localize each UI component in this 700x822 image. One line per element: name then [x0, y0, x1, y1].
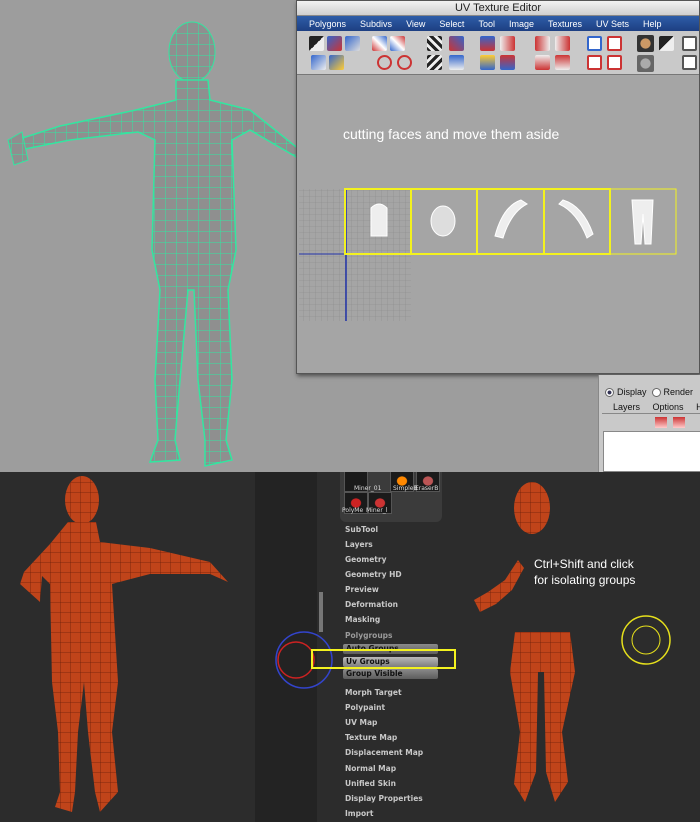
uv-tool-icon[interactable]: [480, 36, 495, 51]
uv-canvas[interactable]: cutting faces and move them aside: [297, 76, 699, 373]
menu-masking[interactable]: Masking: [345, 615, 380, 624]
note-line: Ctrl+Shift and click: [534, 557, 634, 571]
menu-displacement-map[interactable]: Displacement Map: [345, 748, 423, 757]
uv-shell-head[interactable]: [370, 203, 388, 237]
menu-preview[interactable]: Preview: [345, 585, 379, 594]
uv-editor-menubar: Polygons Subdivs View Select Tool Image …: [297, 16, 699, 31]
grid-icon[interactable]: [682, 55, 697, 70]
menu-normal-map[interactable]: Normal Map: [345, 764, 396, 773]
menu-view[interactable]: View: [406, 19, 425, 29]
uv-shell-legs[interactable]: [631, 199, 654, 245]
menu-polygroups[interactable]: Polygroups: [345, 631, 393, 640]
menu-subdivs[interactable]: Subdivs: [360, 19, 392, 29]
uv-tool-icon[interactable]: [500, 55, 515, 70]
uv-tool-icon[interactable]: [390, 36, 405, 51]
arrow-right-icon[interactable]: [555, 36, 570, 51]
note-line: for isolating groups: [534, 573, 636, 587]
uv-tool-icon[interactable]: [372, 36, 387, 51]
uv-tool-icon[interactable]: [311, 55, 326, 70]
uv-tool-icon[interactable]: [345, 36, 360, 51]
wireframe-character-model: [7, 21, 301, 467]
menu-morph-target[interactable]: Morph Target: [345, 688, 402, 697]
menu-help[interactable]: He: [696, 402, 700, 412]
layer-icon[interactable]: [655, 417, 667, 428]
menu-deformation[interactable]: Deformation: [345, 600, 398, 609]
menu-tool[interactable]: Tool: [478, 19, 495, 29]
display-radio[interactable]: [605, 388, 614, 398]
menu-display-properties[interactable]: Display Properties: [345, 794, 423, 803]
zbrush-area: Miner_01 SimpleB EraserB PolyMe Miner_l …: [0, 472, 700, 822]
window-title: UV Texture Editor: [454, 2, 541, 14]
display-label: Display: [617, 387, 647, 397]
rotate-icon[interactable]: [377, 55, 392, 70]
menu-image[interactable]: Image: [509, 19, 534, 29]
group-visible-button[interactable]: Group Visible: [343, 669, 438, 679]
scrollbar[interactable]: [319, 592, 323, 632]
brush-cursor: [621, 615, 671, 665]
layer-list[interactable]: [603, 431, 700, 472]
grid-icon[interactable]: [682, 36, 697, 51]
brush-cursor: [631, 625, 661, 655]
display-render-radios: Display Render: [605, 387, 694, 398]
layer-menu-row: Layers Options He: [613, 402, 700, 412]
menu-texture-map[interactable]: Texture Map: [345, 733, 397, 742]
menu-options[interactable]: Options: [653, 402, 684, 412]
arrow-down-icon[interactable]: [535, 55, 550, 70]
arrow-up-icon[interactable]: [555, 55, 570, 70]
uv-tool-icon[interactable]: [449, 55, 464, 70]
uv-shell-arm[interactable]: [494, 199, 528, 239]
uv-editor-toolbar: [297, 31, 699, 75]
menu-geometry-hd[interactable]: Geometry HD: [345, 570, 402, 579]
uv-layout-svg: [299, 188, 677, 321]
divider: [602, 413, 700, 414]
arrow-left-icon[interactable]: [535, 36, 550, 51]
checker-icon[interactable]: [659, 36, 674, 51]
menu-textures[interactable]: Textures: [548, 19, 582, 29]
maya-viewport-area: UV Texture Editor Polygons Subdivs View …: [0, 0, 700, 472]
uv-tool-icon[interactable]: [309, 36, 324, 51]
grid-icon[interactable]: [587, 55, 602, 70]
menu-uv-map[interactable]: UV Map: [345, 718, 377, 727]
render-radio[interactable]: [651, 388, 661, 398]
uv-tool-icon[interactable]: [449, 36, 464, 51]
menu-polypaint[interactable]: Polypaint: [345, 703, 385, 712]
menu-geometry[interactable]: Geometry: [345, 555, 386, 564]
uv-tool-icon[interactable]: [500, 36, 515, 51]
isolated-polygroups-model: [474, 482, 575, 802]
uv-tool-icon[interactable]: [480, 55, 495, 70]
channel-box-panel: Display Render Layers Options He: [598, 375, 700, 472]
polygroup-character-model: [20, 476, 228, 812]
uv-shell-box-arm-right[interactable]: [543, 188, 611, 255]
menu-polygons[interactable]: Polygons: [309, 19, 346, 29]
uv-shell-box-arm-left[interactable]: [476, 188, 545, 255]
menu-import[interactable]: Import: [345, 809, 373, 818]
menu-layers[interactable]: Layers: [613, 402, 640, 412]
rotate-icon[interactable]: [397, 55, 412, 70]
menu-subtool[interactable]: SubTool: [345, 525, 378, 534]
grid-icon[interactable]: [607, 55, 622, 70]
layer-icon[interactable]: [673, 417, 685, 428]
grid-icon[interactable]: [607, 36, 622, 51]
uv-texture-editor-window[interactable]: UV Texture Editor Polygons Subdivs View …: [296, 0, 700, 374]
uv-shell-arm[interactable]: [558, 199, 594, 239]
uv-tool-icon[interactable]: [427, 55, 442, 70]
uv-shell-face[interactable]: [430, 205, 456, 237]
menu-help[interactable]: Help: [643, 19, 662, 29]
uv-tool-icon[interactable]: [427, 36, 442, 51]
uv-editor-titlebar[interactable]: UV Texture Editor: [297, 1, 699, 16]
uv-tool-icon[interactable]: [329, 55, 344, 70]
portrait-icon[interactable]: [637, 55, 654, 72]
portrait-icon[interactable]: [637, 35, 654, 52]
grid-icon[interactable]: [587, 36, 602, 51]
menu-layers[interactable]: Layers: [345, 540, 373, 549]
uv-tool-icon[interactable]: [327, 36, 342, 51]
instruction-note: Ctrl+Shift and click for isolating group…: [534, 556, 635, 588]
render-label: Render: [663, 387, 694, 397]
uv-groups-highlight: [311, 649, 456, 669]
zbrush-tool-palette: SubTool Layers Geometry Geometry HD Prev…: [337, 472, 444, 822]
menu-select[interactable]: Select: [439, 19, 464, 29]
menu-unified-skin[interactable]: Unified Skin: [345, 779, 396, 788]
menu-uv-sets[interactable]: UV Sets: [596, 19, 629, 29]
